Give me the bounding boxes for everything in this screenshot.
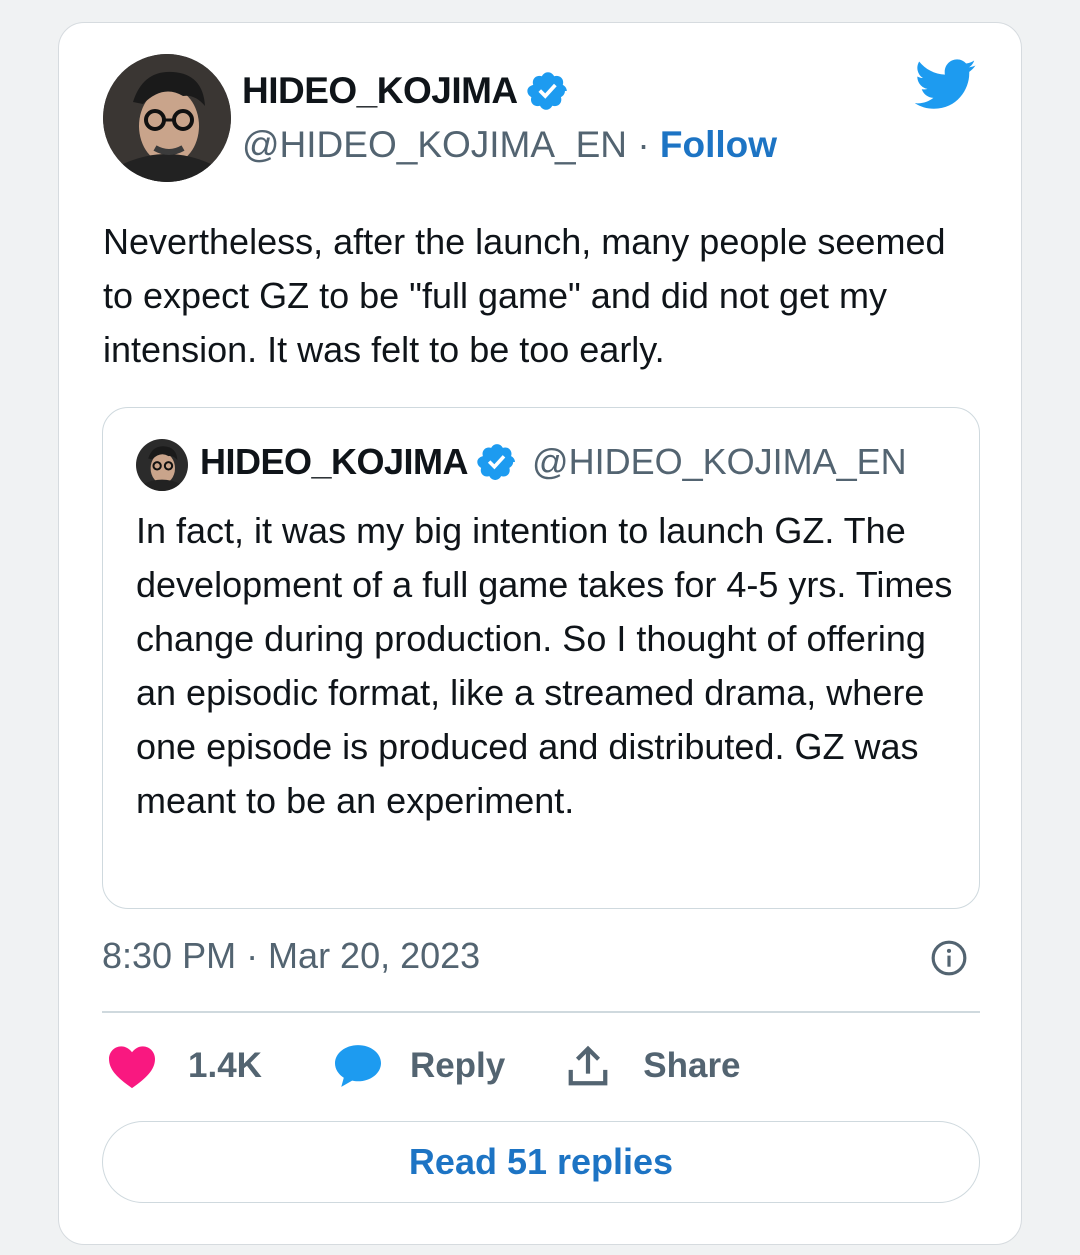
reply-label: Reply [409,1046,506,1085]
action-bar: 1.4K Reply Share [106,1038,741,1094]
quoted-verified-badge-icon [477,444,515,480]
quoted-tweet-text: In fact, it was my big intention to laun… [136,510,953,821]
author-avatar[interactable] [103,54,231,182]
tweet-card: HIDEO_KOJIMA @HIDEO_KOJIMA_EN · Follow N… [58,22,1022,1245]
tweet-text: Nevertheless, after the launch, many peo… [103,221,946,370]
quoted-author-name: HIDEO_KOJIMA [200,441,469,482]
quoted-tweet[interactable]: HIDEO_KOJIMA @HIDEO_KOJIMA_EN In fact, i… [102,407,980,909]
tweet-timestamp[interactable]: 8:30 PM · Mar 20, 2023 [102,935,480,977]
quoted-author-row: HIDEO_KOJIMA @HIDEO_KOJIMA_EN [200,441,907,483]
info-icon[interactable] [930,939,968,977]
author-handle-row: @HIDEO_KOJIMA_EN · Follow [242,124,777,166]
quoted-author-handle: @HIDEO_KOJIMA_EN [532,441,907,482]
author-handle[interactable]: @HIDEO_KOJIMA_EN [242,124,627,165]
reply-button[interactable]: Reply [332,1043,505,1089]
read-replies-button[interactable]: Read 51 replies [102,1121,980,1203]
reply-bubble-icon [334,1045,381,1087]
quoted-author-avatar[interactable] [136,439,188,491]
verified-badge-icon [527,72,567,110]
author-name[interactable]: HIDEO_KOJIMA [242,70,518,112]
share-label: Share [643,1046,741,1085]
share-icon [568,1045,608,1086]
action-divider [102,1011,980,1013]
like-count: 1.4K [188,1046,262,1085]
heart-icon [109,1046,155,1089]
twitter-bird-icon[interactable] [915,59,977,111]
author-name-row: HIDEO_KOJIMA [242,69,570,113]
like-button[interactable]: 1.4K [106,1043,262,1089]
handle-separator: · [637,124,650,165]
share-button[interactable]: Share [565,1043,741,1089]
follow-button[interactable]: Follow [660,124,777,165]
